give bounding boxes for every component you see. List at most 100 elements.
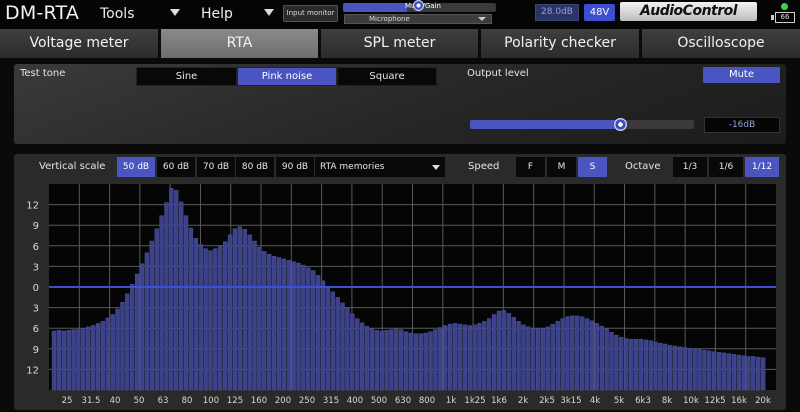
rta-bar — [71, 329, 76, 391]
menu-help[interactable]: Help — [201, 6, 233, 22]
x-tick-label: 6k3 — [635, 396, 651, 406]
scale-70db-button[interactable]: 70 dB — [197, 157, 235, 177]
rta-bar — [707, 350, 712, 391]
x-tick-label: 10k — [683, 396, 699, 406]
rta-bar — [501, 310, 507, 391]
x-tick-label: 16k — [731, 396, 747, 406]
rta-bar — [227, 234, 233, 391]
octave-label: Octave — [625, 161, 661, 172]
rta-bar — [428, 331, 433, 391]
rta-bar — [716, 352, 722, 391]
tab-polarity-checker[interactable]: Polarity checker — [481, 29, 639, 58]
rta-bar — [511, 317, 516, 391]
tab-spl-meter[interactable]: SPL meter — [321, 29, 478, 58]
rta-bar — [550, 323, 555, 391]
rta-bar — [291, 261, 296, 391]
rta-bar — [682, 347, 687, 391]
rta-bar — [389, 329, 394, 391]
x-tick-label: 630 — [395, 396, 411, 406]
rta-bar — [575, 315, 580, 391]
rta-bar — [169, 187, 174, 391]
mute-button[interactable]: Mute — [703, 67, 780, 83]
x-tick-label: 20k — [755, 396, 771, 406]
scale-90db-button[interactable]: 90 dB — [276, 157, 314, 177]
rta-bar — [149, 240, 154, 391]
tab-rta[interactable]: RTA — [161, 29, 318, 58]
rta-bar — [467, 325, 472, 391]
output-level-readout: -16dB — [704, 117, 780, 133]
rta-bar — [335, 297, 340, 391]
rta-bar — [95, 323, 101, 391]
rta-bar — [663, 343, 668, 391]
rta-bar — [653, 341, 658, 391]
input-level-readout: 28.0dB — [535, 4, 579, 21]
scale-60db-button[interactable]: 60 dB — [157, 157, 195, 177]
input-source-select[interactable]: Microphone — [344, 14, 492, 24]
rta-bar — [281, 258, 286, 391]
rta-bar — [178, 201, 184, 391]
rta-bar — [267, 253, 272, 391]
tools-dropdown-arrow-icon[interactable] — [170, 9, 180, 16]
rta-bar — [86, 326, 91, 391]
rta-bar — [276, 257, 282, 391]
tone-pink-noise-button[interactable]: Pink noise — [237, 67, 337, 86]
rta-bar — [237, 226, 242, 391]
menu-tools[interactable]: Tools — [100, 6, 135, 22]
tone-sine-button[interactable]: Sine — [136, 67, 237, 86]
output-level-knob[interactable] — [614, 118, 628, 131]
rta-bar — [252, 240, 257, 391]
rta-bar — [565, 316, 570, 391]
speed-medium-button[interactable]: M — [547, 157, 576, 177]
x-tick-label: 5k — [614, 396, 624, 406]
tab-oscilloscope[interactable]: Oscilloscope — [642, 29, 800, 58]
x-tick-label: 200 — [275, 396, 291, 406]
rta-bar — [692, 348, 697, 391]
y-tick-label: 12 — [26, 201, 39, 212]
rta-memories-select[interactable]: RTA memories — [315, 157, 445, 177]
rta-bar — [721, 352, 727, 391]
speed-slow-button[interactable]: S — [578, 157, 607, 177]
rta-bar — [536, 328, 541, 391]
octave-twelfth-button[interactable]: 1/12 — [745, 157, 779, 177]
output-level-slider[interactable] — [470, 118, 694, 131]
rta-bar — [213, 248, 218, 391]
app-title: DM-RTA — [5, 2, 80, 24]
x-tick-label: 3k15 — [560, 396, 581, 406]
rta-bar — [614, 334, 619, 391]
rta-bar — [609, 332, 614, 391]
rta-bar — [472, 324, 477, 391]
octave-sixth-button[interactable]: 1/6 — [709, 157, 743, 177]
y-tick-label: 12 — [26, 365, 39, 376]
rta-bar — [643, 339, 648, 391]
octave-third-button[interactable]: 1/3 — [673, 157, 707, 177]
rta-bar — [540, 328, 546, 391]
test-tone-label: Test tone — [20, 68, 66, 79]
tone-square-button[interactable]: Square — [337, 67, 437, 86]
rta-bar — [369, 328, 375, 391]
help-dropdown-arrow-icon[interactable] — [264, 9, 274, 16]
rta-bar — [144, 252, 150, 391]
rta-bar — [570, 315, 575, 391]
rta-bar — [81, 328, 86, 391]
scale-80db-button[interactable]: 80 dB — [236, 157, 274, 177]
rta-bar — [51, 330, 57, 391]
rta-bar — [668, 345, 673, 391]
tab-voltage-meter[interactable]: Voltage meter — [0, 29, 158, 58]
x-tick-label: 500 — [371, 396, 387, 406]
scale-50db-button[interactable]: 50 dB — [117, 157, 155, 177]
input-monitor-button[interactable]: Input monitor — [283, 5, 338, 22]
vertical-scale-label: Vertical scale — [39, 161, 106, 172]
rta-bar — [198, 244, 203, 391]
x-tick-label: 2k — [518, 396, 528, 406]
rta-bar — [379, 330, 384, 391]
rta-bar — [628, 339, 634, 391]
phantom-power-button[interactable]: 48V — [584, 4, 615, 21]
chevron-down-icon — [432, 165, 440, 170]
rta-bar — [462, 324, 467, 391]
speed-fast-button[interactable]: F — [516, 157, 545, 177]
x-tick-label: 100 — [203, 396, 219, 406]
monitor-gain-slider[interactable]: Mute/Gain — [343, 0, 496, 12]
rta-bar — [638, 339, 643, 391]
rta-bar — [658, 343, 663, 391]
rta-bar — [340, 302, 345, 391]
